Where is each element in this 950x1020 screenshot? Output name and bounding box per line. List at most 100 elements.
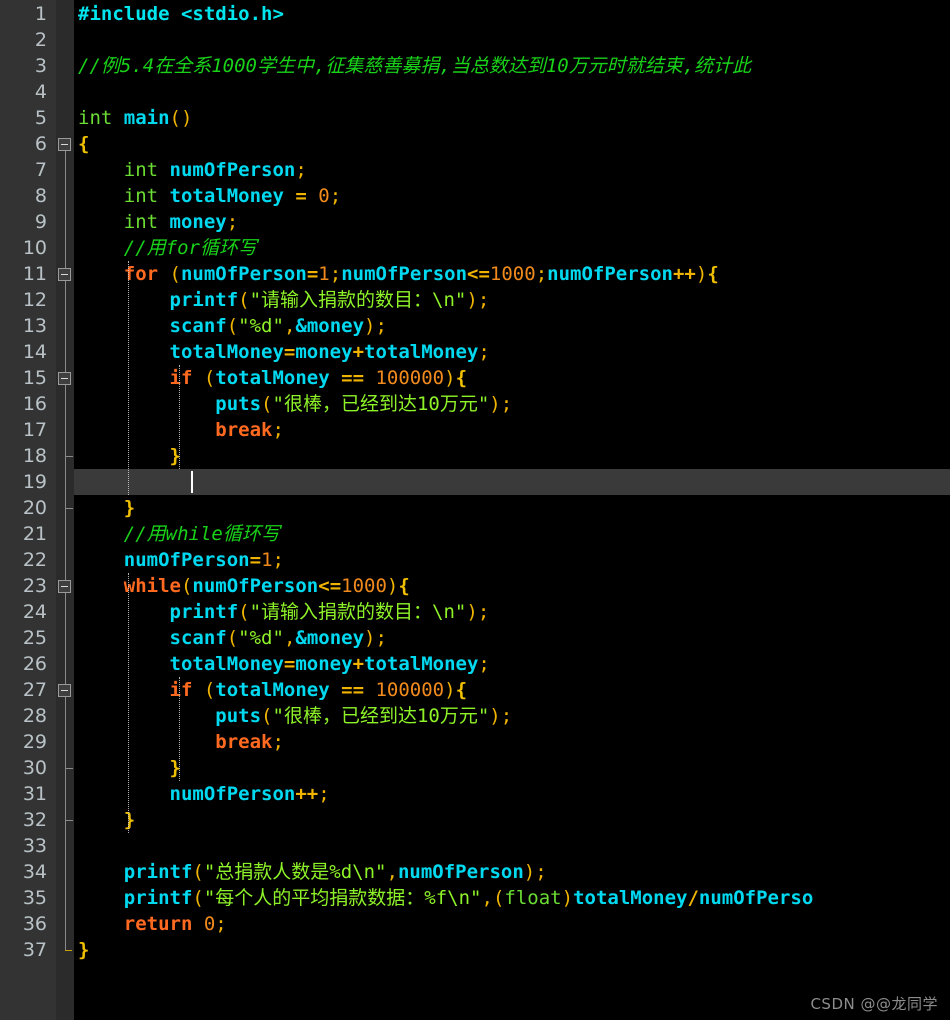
code-token: ) xyxy=(523,861,536,883)
fold-end-mark xyxy=(65,950,72,951)
code-line[interactable] xyxy=(74,469,950,495)
code-token: numOfPerson xyxy=(169,159,296,181)
code-folding-gutter[interactable] xyxy=(56,0,74,1020)
code-line[interactable]: #include <stdio.h> xyxy=(74,1,950,27)
code-token: ) xyxy=(364,627,376,649)
code-line[interactable]: break; xyxy=(74,417,950,443)
code-line[interactable]: numOfPerson=1; xyxy=(74,547,950,573)
code-line[interactable]: } xyxy=(74,755,950,781)
line-number: 34 xyxy=(22,861,47,883)
code-line[interactable]: puts("很棒，已经到达10万元"); xyxy=(74,391,950,417)
code-token: { xyxy=(455,679,468,701)
line-number: 31 xyxy=(22,783,47,805)
code-token: { xyxy=(78,133,90,155)
fold-toggle-box[interactable] xyxy=(58,683,71,697)
line-number: 8 xyxy=(34,185,47,207)
code-line[interactable]: if (totalMoney == 100000){ xyxy=(74,365,950,391)
code-token: totalMoney xyxy=(215,367,342,389)
code-token: numOfPerson xyxy=(180,263,307,285)
code-token: totalMoney xyxy=(169,185,296,207)
code-line[interactable]: totalMoney=money+totalMoney; xyxy=(74,651,950,677)
code-token: "请输入捐款的数目：\n" xyxy=(249,601,467,623)
code-token: ; xyxy=(478,653,490,675)
code-line[interactable]: numOfPerson++; xyxy=(74,781,950,807)
code-line[interactable]: printf("请输入捐款的数目：\n"); xyxy=(74,599,950,625)
code-token: &money xyxy=(295,315,365,337)
code-line[interactable]: scanf("%d",&money); xyxy=(74,625,950,651)
code-line[interactable]: int main() xyxy=(74,105,950,131)
code-token: money xyxy=(169,211,227,233)
code-line[interactable]: int money; xyxy=(74,209,950,235)
line-number: 11 xyxy=(22,263,47,285)
code-token: ( xyxy=(261,705,273,727)
code-token: ; xyxy=(272,731,284,753)
line-number: 1 xyxy=(34,3,47,25)
code-line[interactable]: } xyxy=(74,495,950,521)
code-token: ; xyxy=(329,263,342,285)
fold-connector-line xyxy=(65,144,66,950)
code-line[interactable]: printf("总捐款人数是%d\n",numOfPerson); xyxy=(74,859,950,885)
code-token: , xyxy=(283,315,296,337)
fold-toggle-box[interactable] xyxy=(58,579,71,593)
code-token: "%d" xyxy=(238,627,284,649)
code-token: { xyxy=(398,575,410,597)
code-line[interactable]: //例5.4在全系1000学生中,征集慈善募捐,当总数达到10万元时就结束,统计… xyxy=(74,53,950,79)
line-number: 24 xyxy=(22,601,47,623)
code-line[interactable]: printf("请输入捐款的数目：\n"); xyxy=(74,287,950,313)
code-line[interactable]: int totalMoney = 0; xyxy=(74,183,950,209)
code-line[interactable] xyxy=(74,27,950,53)
code-token: ( xyxy=(203,367,216,389)
line-number: 35 xyxy=(22,887,47,909)
code-token: printf xyxy=(169,289,239,311)
code-line[interactable]: printf("每个人的平均捐款数据：%f\n",(float)totalMon… xyxy=(74,885,950,911)
code-token: / xyxy=(687,887,699,909)
code-token: ( xyxy=(203,679,216,701)
line-number: 37 xyxy=(22,939,47,961)
line-number: 5 xyxy=(34,107,47,129)
text-caret xyxy=(191,471,194,493)
code-line[interactable] xyxy=(74,79,950,105)
code-token: ; xyxy=(295,159,307,181)
line-number: 17 xyxy=(22,419,47,441)
code-line[interactable]: } xyxy=(74,443,950,469)
code-token: ) xyxy=(466,601,478,623)
code-token: numOfPerson xyxy=(169,783,296,805)
code-token: ( xyxy=(261,393,273,415)
fold-toggle-box[interactable] xyxy=(58,137,71,151)
code-line[interactable]: while(numOfPerson<=1000){ xyxy=(74,573,950,599)
code-token: ( xyxy=(226,627,239,649)
code-token: 1 xyxy=(318,263,330,285)
code-content-area[interactable]: #include <stdio.h> //例5.4在全系1000学生中,征集慈善… xyxy=(74,0,950,1020)
fold-tick-mark xyxy=(65,768,73,769)
code-token: = xyxy=(283,341,296,363)
code-line[interactable]: //用for循环写 xyxy=(74,235,950,261)
code-token: () xyxy=(169,107,193,129)
code-line[interactable]: totalMoney=money+totalMoney; xyxy=(74,339,950,365)
code-line[interactable]: //用while循环写 xyxy=(74,521,950,547)
line-number: 23 xyxy=(22,575,47,597)
code-line[interactable] xyxy=(74,833,950,859)
code-line[interactable]: scanf("%d",&money); xyxy=(74,313,950,339)
code-line[interactable]: break; xyxy=(74,729,950,755)
code-token: //例5.4在全系1000学生中,征集慈善募捐,当总数达到10万元时就结束,统计… xyxy=(78,55,752,77)
fold-toggle-box[interactable] xyxy=(58,371,71,385)
code-line[interactable]: if (totalMoney == 100000){ xyxy=(74,677,950,703)
fold-toggle-box[interactable] xyxy=(58,267,71,281)
code-line[interactable]: } xyxy=(74,807,950,833)
code-token: ( xyxy=(192,861,204,883)
code-line[interactable]: return 0; xyxy=(74,911,950,937)
code-line[interactable]: } xyxy=(74,937,950,963)
code-line[interactable]: { xyxy=(74,131,950,157)
code-token: , xyxy=(386,861,398,883)
code-line[interactable]: int numOfPerson; xyxy=(74,157,950,183)
code-line[interactable]: puts("很棒，已经到达10万元"); xyxy=(74,703,950,729)
code-editor[interactable]: 1 2 3 4 5 6 7 8 9 10 11 12 13 14 15 16 17 18 19 20 21 22 23 24 2… xyxy=(0,0,950,1020)
code-line[interactable]: for (numOfPerson=1;numOfPerson<=1000;num… xyxy=(74,261,950,287)
